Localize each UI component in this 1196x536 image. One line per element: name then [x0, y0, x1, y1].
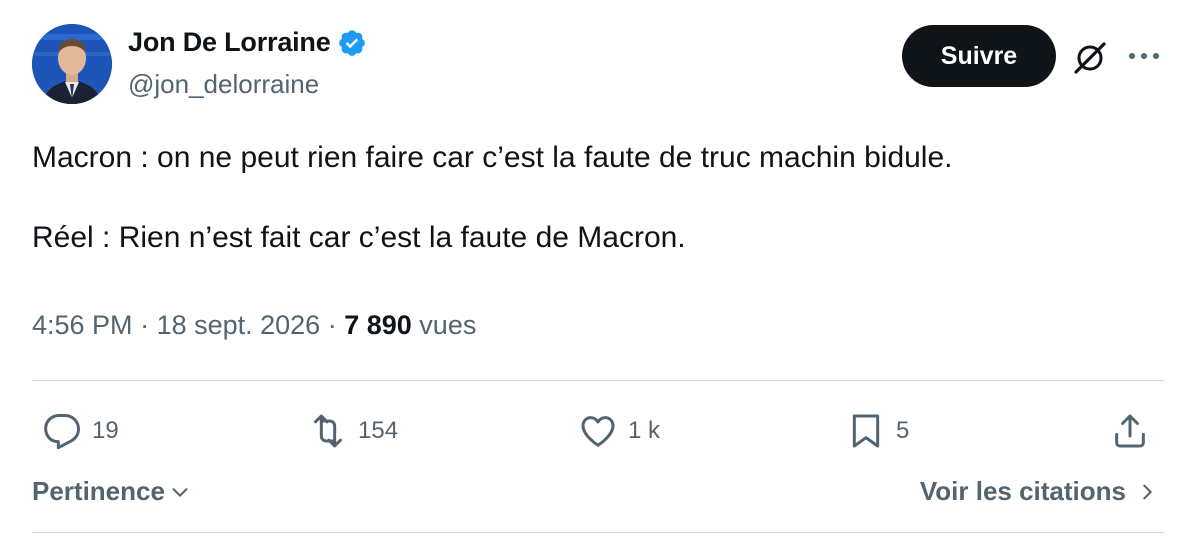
verified-badge-icon — [338, 29, 365, 56]
reply-button[interactable]: 19 — [42, 410, 119, 452]
divider — [32, 532, 1164, 533]
more-icon[interactable] — [1124, 44, 1164, 68]
author-name-text: Jon De Lorraine — [128, 27, 331, 57]
tweet-meta: 4:56 PM · 18 sept. 2026 · 7 890 vues — [32, 310, 476, 341]
quotes-label: Voir les citations — [919, 476, 1126, 506]
retweet-icon — [314, 414, 342, 448]
tweet-time[interactable]: 4:56 PM — [32, 310, 133, 341]
view-quotes-link[interactable]: Voir les citations — [920, 476, 1158, 507]
retweet-button[interactable]: 154 — [308, 410, 398, 452]
tweet-text: Macron : on ne peut rien faire car c’est… — [32, 138, 953, 258]
views-space — [412, 310, 420, 341]
tweet-line: Macron : on ne peut rien faire car c’est… — [32, 141, 953, 174]
reply-count: 19 — [92, 417, 119, 444]
avatar[interactable] — [32, 24, 112, 104]
meta-separator: · — [132, 310, 157, 340]
tweet-line: Réel : Rien n’est fait car c’est la faut… — [32, 221, 686, 254]
heart-icon — [581, 416, 615, 447]
author-handle[interactable]: @jon_delorraine — [128, 69, 319, 100]
chevron-down-icon — [172, 487, 188, 497]
like-count: 1 k — [628, 417, 661, 444]
views-label: vues — [419, 310, 477, 340]
bookmark-icon — [852, 414, 880, 448]
reply-icon — [44, 414, 80, 450]
chevron-right-icon — [1143, 484, 1152, 499]
tweet-date[interactable]: 18 sept. 2026 — [157, 310, 321, 341]
grok-icon[interactable] — [1072, 40, 1108, 76]
tweet-card: Jon De Lorraine @jon_delorraine Suivre M… — [0, 0, 1196, 536]
retweet-count: 154 — [358, 417, 399, 444]
follow-button[interactable]: Suivre — [902, 25, 1056, 87]
sort-label: Pertinence — [32, 476, 165, 506]
sort-dropdown[interactable]: Pertinence — [32, 476, 191, 507]
bookmark-button[interactable]: 5 — [846, 410, 909, 452]
meta-separator: · — [320, 310, 345, 340]
views-count: 7 890 — [344, 310, 412, 340]
like-button[interactable]: 1 k — [578, 410, 660, 452]
share-icon — [1115, 414, 1145, 448]
bookmark-count: 5 — [896, 417, 910, 444]
share-button[interactable] — [1110, 410, 1150, 452]
author-name[interactable]: Jon De Lorraine — [128, 27, 367, 58]
divider — [32, 380, 1164, 381]
